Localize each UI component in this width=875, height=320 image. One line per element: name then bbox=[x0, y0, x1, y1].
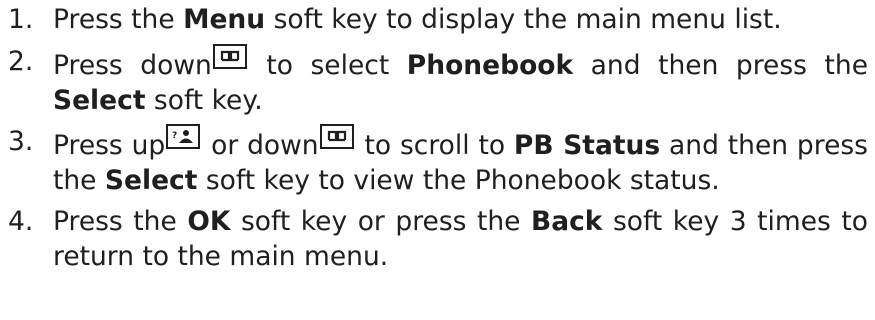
step-text: soft key. bbox=[145, 85, 263, 116]
step-number: 4. bbox=[8, 206, 34, 237]
step-text: and then press the bbox=[573, 50, 868, 81]
step-4: 4. Press the OK soft key or press the Ba… bbox=[8, 204, 868, 274]
step-text: soft key or press the bbox=[230, 206, 532, 237]
step-text: soft key to view the Phonebook status. bbox=[197, 165, 720, 196]
step-1: 1. Press the Menu soft key to display th… bbox=[8, 2, 868, 37]
step-text: Press the bbox=[53, 206, 188, 237]
step-text: to scroll to bbox=[355, 130, 514, 161]
ok-key-label: OK bbox=[187, 206, 231, 237]
pb-status-label: PB Status bbox=[513, 130, 661, 161]
select-key-label: Select bbox=[53, 85, 146, 116]
step-text: Press down bbox=[53, 50, 212, 81]
step-number: 2. bbox=[8, 46, 34, 77]
phonebook-label: Phonebook bbox=[406, 50, 574, 81]
phonebook-down-key-icon bbox=[212, 44, 247, 69]
step-3: 3. Press up? or down to scroll to PB Sta… bbox=[8, 124, 868, 198]
select-key-label: Select bbox=[104, 165, 198, 196]
step-text: Press up bbox=[53, 130, 166, 161]
svg-text:?: ? bbox=[172, 131, 177, 141]
step-2: 2. Press down to select Phonebook and th… bbox=[8, 44, 868, 118]
phonebook-down-key-icon bbox=[319, 124, 354, 149]
step-number: 3. bbox=[8, 126, 34, 157]
step-number: 1. bbox=[8, 4, 34, 35]
instruction-steps: 1. Press the Menu soft key to display th… bbox=[8, 2, 868, 283]
contact-up-key-icon: ? bbox=[166, 124, 201, 149]
step-text: to select bbox=[248, 50, 407, 81]
back-key-label: Back bbox=[531, 206, 603, 237]
step-text: soft key to display the main menu list. bbox=[265, 4, 782, 35]
menu-key-label: Menu bbox=[183, 4, 266, 35]
step-text: or down bbox=[202, 130, 319, 161]
step-text: Press the bbox=[53, 4, 184, 35]
